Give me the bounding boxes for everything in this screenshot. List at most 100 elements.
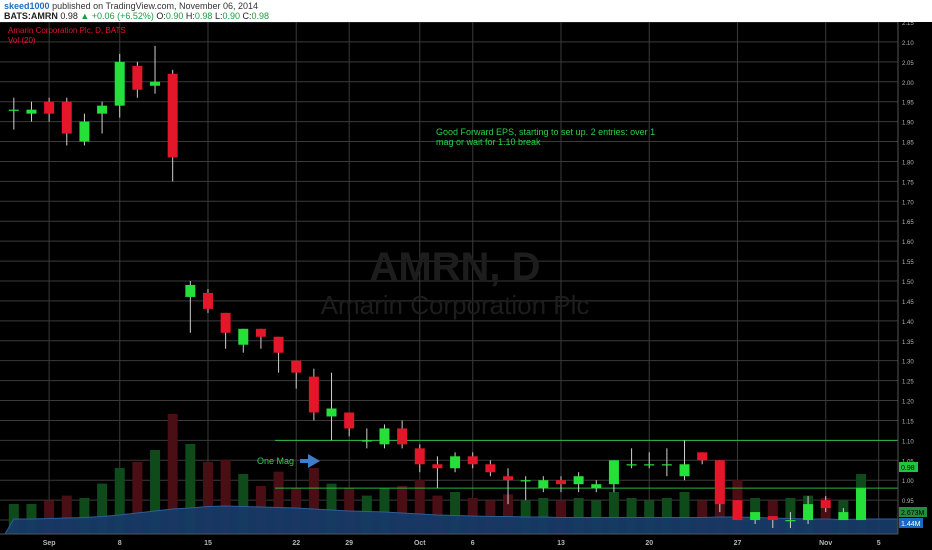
candle-up	[450, 456, 461, 469]
price-chart[interactable]: AMRN, D Amarin Corporation Plc 2.15 2.10 2…	[0, 22, 932, 550]
time-tick-label: 22	[292, 540, 300, 547]
candle-up	[185, 284, 196, 297]
price-tick-label: 1.15	[902, 419, 914, 425]
time-tick-label: 20	[645, 540, 653, 547]
price-tick-label: 1.25	[902, 380, 914, 386]
time-tick-label: 29	[345, 540, 353, 547]
price-tick-label: 1.10	[902, 439, 914, 445]
note-line-2: mag or wait for 1.10 break	[436, 137, 541, 147]
time-tick-label: 15	[204, 540, 212, 547]
volume-badge-text: 2.673M	[901, 510, 925, 517]
candle-up	[538, 480, 549, 489]
candle-down	[503, 476, 514, 481]
candle-up	[750, 512, 761, 521]
price-tick-label: 0.95	[902, 499, 914, 505]
price-tick-label: 1.35	[902, 340, 914, 346]
candle-up	[326, 408, 337, 417]
open-value: 0.90	[165, 11, 184, 21]
time-tick-label: 8	[118, 540, 122, 547]
candle-down	[308, 376, 319, 413]
candle-down	[220, 312, 231, 333]
candle-up	[573, 476, 584, 485]
price-badge: 0.98	[899, 462, 918, 472]
candle-down	[697, 452, 708, 461]
candle-up	[114, 61, 125, 106]
time-tick-label: 5	[877, 540, 881, 547]
candle-up	[856, 488, 867, 521]
candle-up	[803, 504, 814, 521]
price-tick-label: 2.05	[902, 61, 914, 67]
candle-down	[432, 464, 443, 469]
symbol-label: BATS:AMRN	[4, 11, 58, 21]
candle-down	[820, 500, 831, 509]
candle-down	[467, 456, 478, 465]
candle-down	[397, 428, 408, 445]
candle-up	[97, 105, 108, 114]
price-tick-label: 1.60	[902, 240, 914, 246]
quote-line: BATS:AMRN 0.98 ▲ +0.06 (+6.52%) O:0.90 H…	[4, 11, 269, 21]
legend-vol: Vol (20)	[8, 36, 36, 45]
last-price: 0.98	[60, 11, 78, 21]
price-tick-label: 2.15	[902, 22, 914, 27]
candle-up	[591, 484, 602, 489]
candle-down	[714, 460, 725, 505]
candle-up	[379, 428, 390, 445]
price-tick-label: 1.95	[902, 101, 914, 107]
candle-up	[644, 464, 655, 466]
price-tick-label: 1.90	[902, 121, 914, 127]
watermark-name: Amarin Corporation Plc	[321, 290, 590, 320]
price-tick-label: 1.65	[902, 220, 914, 226]
price-badge-text: 0.98	[901, 465, 915, 472]
candle-down	[555, 480, 566, 485]
arrow-label: One Mag	[257, 456, 294, 466]
time-tick-label: Oct	[414, 540, 426, 547]
candle-down	[414, 448, 425, 465]
author-link[interactable]: skeed1000	[4, 1, 50, 11]
low-value: 0.90	[222, 11, 241, 21]
watermark-symbol: AMRN, D	[369, 245, 540, 289]
candle-up	[361, 440, 372, 442]
candle-down	[291, 360, 302, 373]
price-tick-label: 1.75	[902, 180, 914, 186]
price-tick-label: 1.55	[902, 260, 914, 266]
price-tick-label: 1.20	[902, 400, 914, 406]
candle-down	[255, 328, 266, 337]
candle-up	[838, 512, 849, 521]
volume-badge: 2.673M	[899, 507, 927, 517]
time-tick-label: 6	[471, 540, 475, 547]
candle-down	[44, 101, 55, 114]
candle-down	[61, 101, 72, 134]
candle-down	[767, 516, 778, 521]
volume-ma-badge: 1.44M	[899, 518, 923, 528]
chart-header: skeed1000 published on TradingView.com, …	[0, 0, 932, 22]
candle-up	[238, 328, 249, 345]
publish-line: skeed1000 published on TradingView.com, …	[4, 1, 258, 11]
candle-up	[8, 109, 19, 111]
candle-up	[608, 460, 619, 485]
high-label: H:	[185, 11, 195, 21]
candle-up	[520, 480, 531, 482]
open-label: O:	[156, 11, 166, 21]
high-value: 0.98	[194, 11, 213, 21]
candle-up	[679, 464, 690, 477]
candle-down	[273, 336, 284, 353]
price-tick-label: 2.00	[902, 81, 914, 87]
price-axis[interactable]	[898, 22, 932, 534]
candle-down	[202, 292, 213, 309]
candle-down	[344, 412, 355, 429]
price-tick-label: 1.45	[902, 300, 914, 306]
candle-up	[626, 464, 637, 466]
time-tick-label: Sep	[43, 540, 56, 547]
price-tick-label: 1.40	[902, 320, 914, 326]
candle-up	[661, 464, 672, 466]
candle-down	[132, 65, 143, 90]
legend-title: Amarin Corporation Plc, D, BATS	[8, 26, 126, 35]
candle-down	[167, 73, 178, 158]
time-axis[interactable]	[0, 534, 932, 550]
price-tick-label: 1.00	[902, 479, 914, 485]
candle-up	[785, 520, 796, 522]
price-tick-label: 1.80	[902, 160, 914, 166]
time-tick-label: 27	[734, 540, 742, 547]
candle-up	[150, 81, 161, 86]
price-change: ▲ +0.06 (+6.52%)	[80, 11, 154, 21]
